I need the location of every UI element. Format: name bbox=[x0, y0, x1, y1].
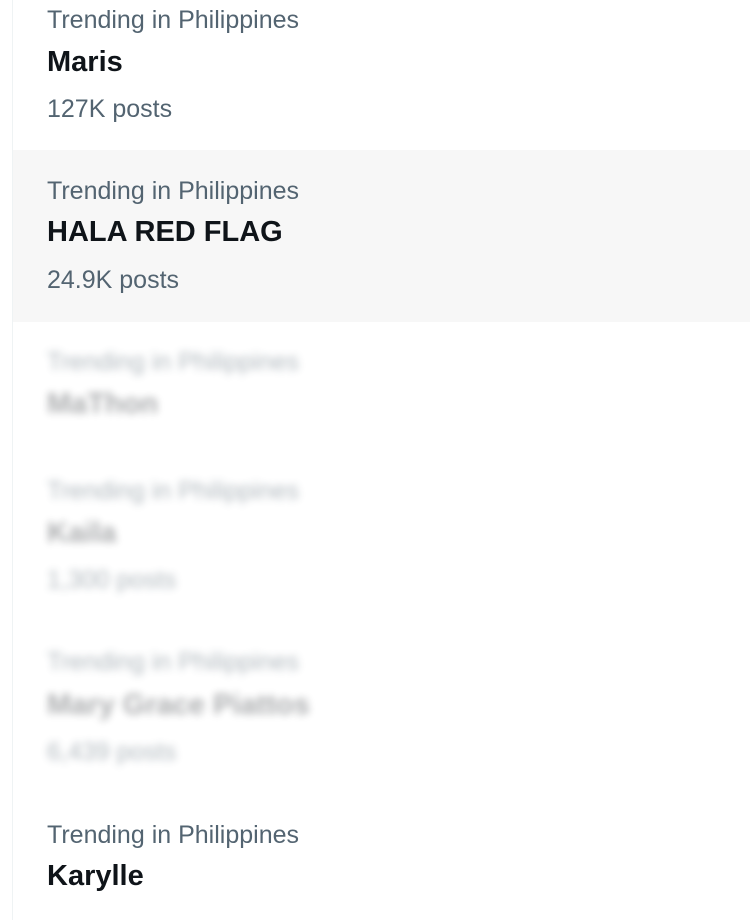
trend-post-count: 127K posts bbox=[47, 95, 173, 123]
trend-context: Trending in Philippines bbox=[47, 648, 300, 676]
trend-post-count: 24.9K posts bbox=[47, 266, 180, 294]
trend-name: Karylle bbox=[47, 860, 144, 892]
trend-post-count: 6,439 posts bbox=[47, 738, 177, 766]
trend-item-blurred-3[interactable]: Trending in Philippines Mary Grace Piatt… bbox=[13, 622, 750, 794]
trend-context: Trending in Philippines bbox=[47, 477, 300, 505]
trend-item-karylle[interactable]: Trending in Philippines Karylle bbox=[13, 794, 750, 920]
trend-context: Trending in Philippines bbox=[47, 177, 300, 205]
trend-name: Kaila bbox=[47, 517, 117, 549]
trend-item-blurred-2[interactable]: Trending in Philippines Kaila 1,300 post… bbox=[13, 450, 750, 622]
trend-post-count: 1,300 posts bbox=[47, 566, 177, 594]
trend-name: HALA RED FLAG bbox=[47, 216, 283, 248]
trend-context: Trending in Philippines bbox=[47, 6, 300, 34]
trend-name: Mary Grace Piattos bbox=[47, 689, 310, 721]
trend-context: Trending in Philippines bbox=[47, 348, 300, 376]
trend-name: MaThon bbox=[47, 388, 159, 420]
trend-name: Maris bbox=[47, 46, 123, 78]
trend-item-hala-red-flag[interactable]: Trending in Philippines HALA RED FLAG 24… bbox=[13, 150, 750, 322]
trend-item-maris[interactable]: Trending in Philippines Maris 127K posts bbox=[13, 0, 750, 150]
trends-panel: Trending in Philippines Maris 127K posts… bbox=[0, 0, 750, 920]
trend-context: Trending in Philippines bbox=[47, 821, 300, 849]
trend-item-blurred-1[interactable]: Trending in Philippines MaThon bbox=[13, 322, 750, 450]
